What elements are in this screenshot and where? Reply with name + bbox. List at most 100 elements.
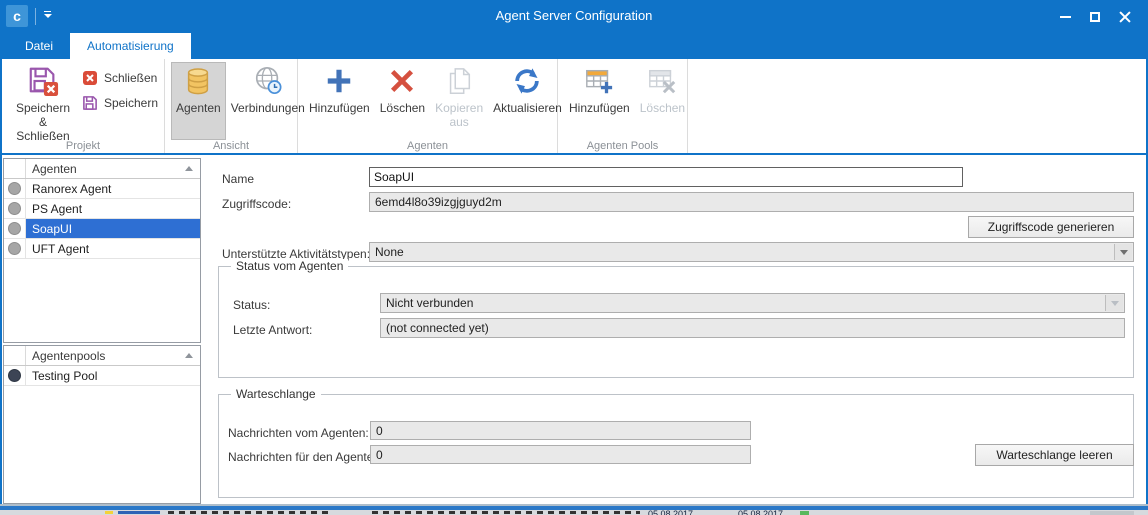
agents-list-icon-column-header [4,159,26,178]
access-code-field: 6emd4l8o39izgjguyd2m [369,192,1134,212]
agent-name: SoapUI [26,219,200,238]
desktop-sliver-date-fragment: 05.08.2017 [738,510,783,515]
agent-row-ranorex[interactable]: Ranorex Agent [4,179,200,199]
minimize-icon [1060,16,1071,18]
ribbon-group-ansicht: Agenten Verbindungen Ansicht [165,59,298,153]
save-and-close-label: Speichern & Schließen [13,101,73,143]
globe-connections-icon [252,65,284,97]
status-value: Nicht verbunden [386,296,473,310]
desktop-sliver-date-fragment: 05.08.2017 [648,510,693,515]
last-answer-label: Letzte Antwort: [233,323,312,337]
messages-for-agent-label: Nachrichten für den Agenten: [228,450,383,464]
agent-delete-button[interactable]: Löschen [375,62,430,140]
pools-list-icon-column-header [4,346,26,365]
generate-access-code-button[interactable]: Zugriffscode generieren [968,216,1134,238]
maximize-button[interactable] [1080,0,1110,33]
desktop-sliver-fragment [105,511,113,514]
close-button[interactable] [1110,0,1140,33]
agent-server-configuration-window: c Agent Server Configuration Datei Autom… [0,0,1148,510]
table-x-icon [646,65,678,97]
ribbon-group-projekt: Speichern & Schließen Schließen [2,59,165,153]
copy-pages-icon [443,65,475,97]
agent-row-ps[interactable]: PS Agent [4,199,200,219]
pools-list: Agentenpools Testing Pool [3,345,201,504]
database-icon [182,65,214,97]
agents-list-header[interactable]: Agenten [4,159,200,179]
maximize-icon [1090,12,1100,22]
agent-refresh-button[interactable]: Aktualisieren [488,62,567,140]
desktop-sliver-fragment [168,511,328,514]
name-label: Name [222,172,254,186]
agent-status-dot [8,242,21,255]
desktop-sliver-fragment [372,511,640,514]
ribbon-group-agenten: Hinzufügen Löschen Kopie [298,59,558,153]
save-project-button[interactable]: Speichern [82,95,158,111]
queue-group-title: Warteschlange [231,387,321,401]
agent-copy-from-button: Kopieren aus [430,62,488,140]
ribbon-group-label-ansicht: Ansicht [165,140,297,152]
save-and-close-button[interactable]: Speichern & Schließen [8,62,78,140]
close-project-button[interactable]: Schließen [82,70,158,86]
ribbon: Speichern & Schließen Schließen [2,59,1146,155]
save-icon [82,95,98,111]
pool-add-button[interactable]: Hinzufügen [564,62,635,140]
pool-row-testing[interactable]: Testing Pool [4,366,200,386]
tab-automatisierung[interactable]: Automatisierung [70,33,191,59]
close-icon [1119,11,1131,23]
last-answer-field: (not connected yet) [380,318,1125,338]
ribbon-group-label-projekt: Projekt [2,140,164,152]
chevron-down-icon [1105,295,1123,311]
pool-name: Testing Pool [26,366,200,385]
agent-name: PS Agent [26,199,200,218]
chevron-down-icon[interactable] [1114,244,1132,260]
messages-from-agent-label: Nachrichten vom Agenten: [228,426,369,440]
agent-refresh-label: Aktualisieren [493,101,562,115]
agent-row-uft[interactable]: UFT Agent [4,239,200,259]
ribbon-group-label-agenten-pools: Agenten Pools [558,140,687,152]
titlebar: c Agent Server Configuration [0,0,1148,33]
pool-delete-label: Löschen [640,101,685,115]
save-project-label: Speichern [104,96,158,110]
delete-x-icon [386,65,418,97]
agent-row-soapui[interactable]: SoapUI [4,219,200,239]
tab-datei[interactable]: Datei [8,33,70,59]
minimize-button[interactable] [1050,0,1080,33]
sort-ascending-icon [185,353,193,358]
status-group-title: Status vom Agenten [231,259,348,273]
agent-status-dot [8,182,21,195]
agent-status-dot [8,202,21,215]
agents-list-header-label: Agenten [32,162,77,176]
table-plus-icon [583,65,615,97]
agent-add-label: Hinzufügen [309,101,370,115]
desktop-sliver-fragment [1090,511,1134,515]
activity-types-value: None [375,245,404,259]
pools-list-header-label: Agentenpools [32,349,105,363]
ribbon-group-label-agenten: Agenten [298,140,557,152]
view-agents-label: Agenten [176,101,221,115]
ribbon-group-agenten-pools: Hinzufügen Löschen Agenten Pools [558,59,688,153]
agent-copy-from-label: Kopieren aus [435,101,483,129]
desktop-sliver-fragment [118,511,160,514]
clear-queue-button[interactable]: Warteschlange leeren [975,444,1134,466]
view-agents-button[interactable]: Agenten [171,62,226,140]
pool-delete-button: Löschen [635,62,690,140]
pools-list-header[interactable]: Agentenpools [4,346,200,366]
refresh-icon [511,65,543,97]
status-label: Status: [233,298,270,312]
activity-types-select[interactable]: None [369,242,1134,262]
agent-name: Ranorex Agent [26,179,200,198]
sort-ascending-icon [185,166,193,171]
agent-add-button[interactable]: Hinzufügen [304,62,375,140]
pool-status-dot [8,369,21,382]
close-red-icon [82,70,98,86]
close-project-label: Schließen [104,71,157,85]
messages-for-agent-field: 0 [370,445,751,464]
access-code-label: Zugriffscode: [222,197,291,211]
save-close-icon [27,65,59,97]
agents-list: Agenten Ranorex Agent PS Agent SoapUI UF… [3,158,201,343]
agent-delete-label: Löschen [380,101,425,115]
window-frame-left [0,59,2,510]
plus-icon [323,65,355,97]
name-input[interactable] [369,167,963,187]
agent-status-dot [8,222,21,235]
